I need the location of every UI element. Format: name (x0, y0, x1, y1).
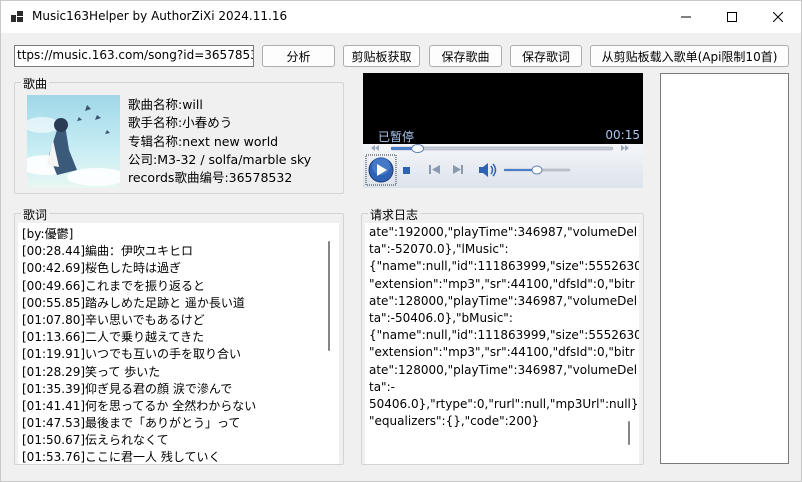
log-line: ta":- (369, 379, 395, 394)
player-time: 00:15 (605, 128, 640, 142)
playlist-panel[interactable] (660, 73, 789, 464)
app-icon (11, 11, 23, 23)
clipboard-get-button[interactable]: 剪贴板获取 (343, 45, 420, 67)
log-line: {"name":null,"id":111863999,"size":55526… (369, 259, 639, 274)
volume-thumb[interactable] (531, 165, 543, 175)
volume-icon[interactable] (479, 163, 497, 177)
player-controls (363, 144, 643, 188)
close-icon (773, 12, 783, 22)
title-bar[interactable]: Music163Helper by AuthorZiXi 2024.11.16 (1, 1, 801, 33)
log-line: "extension":"mp3","sr":44100,"dfsId":0,"… (369, 345, 635, 360)
song-group-title: 歌曲 (21, 75, 50, 92)
lyrics-scrollbar[interactable] (328, 241, 330, 351)
log-group-title: 请求日志 (368, 206, 421, 223)
log-line: ate":128000,"playTime":346987,"volumeDel (369, 293, 638, 308)
rewind-small-icon[interactable] (371, 145, 379, 151)
log-line: ate":128000,"playTime":346987,"volumeDel (369, 362, 638, 377)
lyrics-line: [00:42.69]桜色した時は過ぎ (22, 261, 182, 276)
song-id-line: records歌曲编号:36578532 (128, 170, 293, 186)
save-song-button[interactable]: 保存歌曲 (429, 45, 502, 67)
lyrics-line: [00:49.66]これまでを振り返ると (22, 278, 206, 293)
window-title: Music163Helper by AuthorZiXi 2024.11.16 (32, 9, 288, 23)
lyrics-line: [01:28.29]笑って 歩いた (22, 364, 161, 379)
log-line: {"name":null,"id":111863999,"size":55526… (369, 328, 639, 343)
lyrics-textarea[interactable]: [by:優鬱] [00:28.44]編曲：伊吹ユキヒロ [00:42.69]桜色した… (18, 223, 339, 464)
log-line: "equalizers":{},"code":200} (369, 414, 540, 429)
maximize-icon (727, 12, 737, 22)
log-line: ate":192000,"playTime":346987,"volumeDel (369, 225, 638, 239)
minimize-button[interactable] (663, 1, 709, 33)
lyrics-line: [01:53.76]ここに君一人 残していく (22, 450, 221, 464)
album-cover (27, 95, 120, 188)
log-line: ta":-50406.0},"bMusic": (369, 310, 513, 325)
save-lyrics-button[interactable]: 保存歌词 (510, 45, 582, 67)
lyrics-group-title: 歌词 (21, 206, 50, 223)
play-button[interactable] (365, 154, 397, 186)
lyrics-line: [01:47.53]最後まで「ありがとう」って (22, 416, 241, 431)
maximize-button[interactable] (709, 1, 755, 33)
lyrics-line: [00:55.85]踏みしめた足跡と 遥か長い道 (22, 295, 245, 310)
close-button[interactable] (755, 1, 801, 33)
seek-track[interactable] (390, 146, 614, 151)
lyrics-line: [01:50.67]伝えられなくて (22, 433, 169, 448)
url-input[interactable]: ttps://music.163.com/song?id=36578532 (14, 45, 254, 67)
lyrics-line: [00:28.44]編曲：伊吹ユキヒロ (22, 244, 194, 259)
app-window: Music163Helper by AuthorZiXi 2024.11.16 … (0, 0, 802, 482)
player-status: 已暂停 (378, 130, 415, 144)
song-info: 歌曲名称:will 歌手名称:小春めう 专辑名称:next new world … (128, 96, 311, 187)
lyrics-line: [by:優鬱] (22, 227, 74, 241)
artist-name: 歌手名称:小春めう (128, 115, 233, 131)
lyrics-line: [01:35.39]仰ぎ見る君の顔 涙で滲んで (22, 381, 233, 396)
lyrics-line: [01:13.66]二人で乗り越えてきた (22, 330, 205, 345)
log-line: ta":-52070.0},"lMusic": (369, 242, 509, 257)
forward-small-icon[interactable] (621, 145, 629, 151)
next-icon[interactable] (453, 165, 463, 174)
log-line: 50406.0},"rtype":0,"rurl":null,"mp3Url":… (369, 396, 639, 411)
log-scrollbar[interactable] (628, 421, 630, 445)
log-textarea[interactable]: ate":192000,"playTime":346987,"volumeDel… (365, 223, 639, 464)
media-player[interactable]: 已暂停 00:15 (363, 73, 643, 188)
analyze-button[interactable]: 分析 (262, 45, 335, 67)
minimize-icon (681, 16, 691, 18)
song-name: 歌曲名称:will (128, 97, 203, 112)
stop-icon[interactable] (403, 167, 410, 174)
seek-thumb[interactable] (411, 144, 425, 153)
load-playlist-button[interactable]: 从剪贴板载入歌单(Api限制10首) (590, 45, 789, 67)
log-line: "extension":"mp3","sr":44100,"dfsId":0,"… (369, 276, 635, 291)
previous-icon[interactable] (429, 165, 440, 174)
lyrics-line: [01:07.80]辛い思いでもあるけど (22, 312, 205, 327)
album-name: 专辑名称:next new world (128, 133, 279, 149)
company-line: 公司:M3-32 / solfa/marble sky (128, 151, 312, 167)
lyrics-line: [01:41.41]何を思ってるか 全然わからない (22, 398, 257, 413)
lyrics-line: [01:19.91]いつでも互いの手を取り合い (22, 347, 242, 362)
